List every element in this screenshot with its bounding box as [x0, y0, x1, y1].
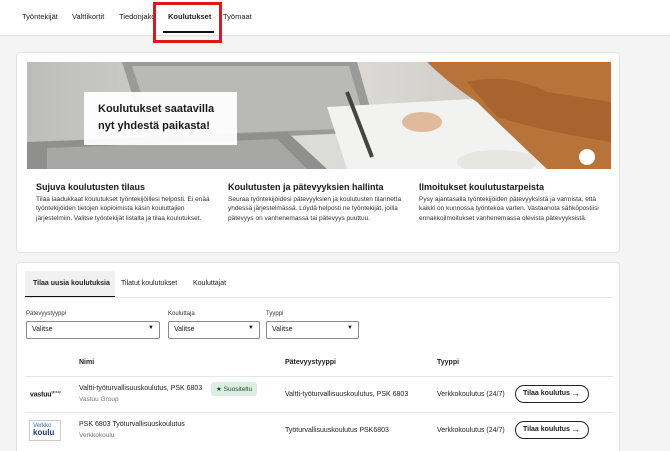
training-name[interactable]: PSK 6803 Työturvallisuuskoulutus [79, 421, 185, 428]
verkkokoulu-logo: Verkko koulu [29, 420, 61, 441]
hero-headline-line1: Koulutukset saatavilla [98, 103, 215, 115]
chevron-down-icon: ▼ [148, 325, 154, 331]
select-value: Valitse [272, 326, 293, 333]
star-icon: ★ [216, 386, 222, 393]
button-label: Tilaa koulutus [523, 426, 570, 433]
table-row: Verkko koulu PSK 6803 Työturvallisuuskou… [25, 412, 613, 448]
tab-tiedonjako[interactable]: Tiedonjako [119, 12, 155, 21]
vastuu-group-logo: vastuugroup [30, 389, 61, 399]
select-value: Valitse [32, 326, 53, 333]
highlight-box [153, 2, 222, 43]
subtab-ordered[interactable]: Tilatut koulutukset [121, 280, 177, 287]
tab-tyontekijat[interactable]: Työntekijät [22, 12, 58, 21]
feature-ordering: Sujuva koulutusten tilaus Tilaa laadukka… [36, 182, 221, 223]
recommended-badge: ★ Suositeltu [211, 382, 258, 396]
filter-label-qualification: Pätevyystyyppi [26, 311, 67, 317]
feature-text: Seuraa työntekijöidesi pätevyyksien ja k… [228, 196, 402, 222]
subtab-order-new[interactable]: Tilaa uusia koulutuksia [33, 280, 110, 287]
feature-title: Koulutusten ja pätevyyksien hallinta [228, 182, 384, 192]
chevron-down-icon: ▼ [248, 325, 254, 331]
column-header-qualification: Pätevyystyyppi [285, 359, 336, 366]
hero-headline: Koulutukset saatavilla nyt yhdestä paika… [84, 92, 237, 145]
training-type: Verkkokoulutus (24/7) [437, 427, 505, 434]
badge-label: Suositeltu [223, 386, 253, 393]
arrow-right-icon: → [571, 388, 580, 398]
feature-title: Sujuva koulutusten tilaus [36, 182, 146, 192]
subtab-divider [25, 297, 613, 298]
select-value: Valitse [174, 326, 195, 333]
training-type: Verkkokoulutus (24/7) [437, 391, 505, 398]
type-select[interactable]: Valitse ▼ [266, 321, 359, 339]
tab-tyomaat[interactable]: Työmaat [223, 12, 252, 21]
filter-label-trainer: Kouluttaja [168, 311, 195, 317]
training-provider: Verkkokoulu [79, 432, 115, 439]
column-header-type: Tyyppi [437, 359, 460, 366]
order-training-button[interactable]: Tilaa koulutus → [515, 385, 589, 403]
qualification-type-select[interactable]: Valitse ▼ [26, 321, 160, 339]
training-name[interactable]: Valtti-työturvallisuuskoulutus, PSK 6803 [79, 385, 202, 392]
feature-notifications: Ilmoitukset koulutustarpeista Pysy ajant… [419, 182, 599, 223]
filter-label-type: Tyyppi [266, 311, 284, 317]
trainer-select[interactable]: Valitse ▼ [168, 321, 260, 339]
training-provider: Vastuu Group [79, 396, 119, 403]
intro-card: Koulutukset saatavilla nyt yhdestä paika… [16, 52, 620, 253]
feature-title: Ilmoitukset koulutustarpeista [419, 182, 545, 192]
feature-text: Pysy ajantasalla työntekijöiden pätevyyk… [419, 196, 599, 222]
order-training-button[interactable]: Tilaa koulutus → [515, 421, 589, 439]
hero-banner: Koulutukset saatavilla nyt yhdestä paika… [27, 62, 611, 169]
feature-management: Koulutusten ja pätevyyksien hallinta Seu… [228, 182, 403, 223]
tab-valttikortit[interactable]: Valttikortit [72, 12, 104, 21]
chevron-down-icon: ▼ [347, 325, 353, 331]
hero-headline-line2: nyt yhdestä paikasta! [98, 119, 210, 132]
top-navigation: Työntekijät Valttikortit Tiedonjako Koul… [0, 0, 670, 36]
trainings-card: Tilaa uusia koulutuksia Tilatut koulutuk… [16, 262, 620, 451]
arrow-right-icon: → [571, 424, 580, 434]
table-row: vastuugroup Valtti-työturvallisuuskoulut… [25, 376, 613, 412]
training-qualification: Valtti-työturvallisuuskoulutus, PSK 6803 [285, 391, 409, 398]
column-header-name: Nimi [79, 359, 95, 366]
button-label: Tilaa koulutus [523, 390, 570, 397]
feature-text: Tilaa laadukkaat koulutukset työntekijöi… [36, 196, 210, 222]
training-qualification: Työturvallisuuskoulutus PSK6803 [285, 427, 389, 434]
subtab-trainers[interactable]: Kouluttajat [193, 280, 226, 287]
